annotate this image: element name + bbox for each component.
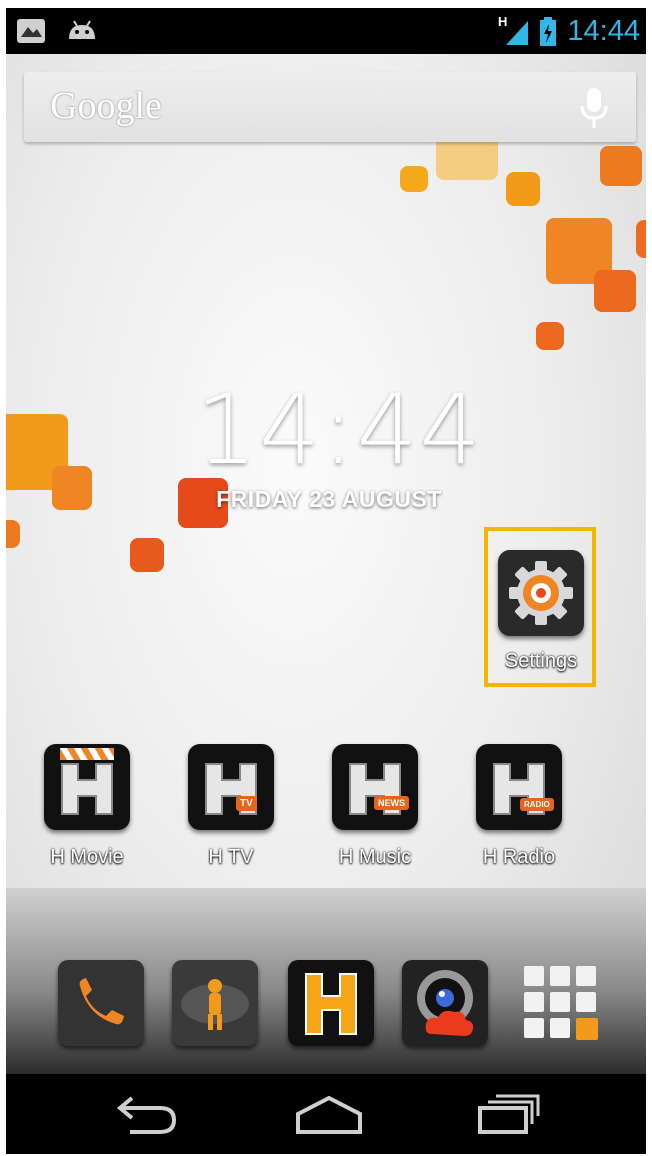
app-drawer-icon[interactable] [518,960,604,1046]
settings-label: Settings [504,650,578,672]
mic-icon[interactable] [574,86,614,130]
notification-picture-icon [16,17,46,45]
clock-time[interactable]: 14:44 [196,374,481,486]
back-icon[interactable] [116,1092,186,1136]
h-movie-icon [44,744,130,830]
wallpaper-square [400,166,428,192]
wallpaper-square [130,538,164,572]
phone-icon[interactable] [58,960,144,1046]
wallpaper-square [506,172,540,206]
h-radio-icon: RADIO [476,744,562,830]
app-label: H Radio [482,846,556,868]
h-music-icon: NEWS [332,744,418,830]
battery-charging-icon [538,17,558,46]
radio-badge: RADIO [520,798,554,811]
wallpaper-square [536,322,564,350]
signal-icon [504,17,534,45]
wallpaper-square [600,146,642,186]
news-badge: NEWS [374,796,409,810]
recent-apps-icon[interactable] [474,1092,544,1136]
status-time: 14:44 [567,15,640,47]
google-search-bar[interactable]: Google [24,72,636,142]
app-h-music[interactable]: NEWS H Music [320,744,430,869]
h-tv-icon: TV [188,744,274,830]
app-h-tv[interactable]: TV H TV [176,744,286,869]
app-label: H Music [338,846,412,868]
app-h-movie[interactable]: H Movie [32,744,142,869]
settings-gear-icon [498,550,584,636]
google-logo: Google [50,85,162,127]
wallpaper-square [636,220,646,258]
android-icon [66,17,96,45]
home-icon[interactable] [294,1092,364,1136]
app-label: H TV [208,846,254,868]
explorer-icon[interactable] [172,960,258,1046]
tv-badge: TV [236,796,257,811]
clock-date: FRIDAY 23 AUGUST [216,486,442,512]
camera-cloud-icon[interactable] [402,960,488,1046]
h-app-icon[interactable] [288,960,374,1046]
phone-screen: H 14:44 Google 14:44 FRIDAY 23 AUGUST Se… [6,8,646,1154]
wallpaper-square [594,270,636,312]
dock [6,888,646,1074]
wallpaper-square [6,520,20,548]
app-h-radio[interactable]: RADIO H Radio [464,744,574,869]
status-bar: H 14:44 [6,8,646,54]
navigation-bar [6,1074,646,1154]
app-label: H Movie [50,846,124,868]
settings-shortcut[interactable]: Settings [486,550,596,673]
wallpaper-square [52,466,92,510]
